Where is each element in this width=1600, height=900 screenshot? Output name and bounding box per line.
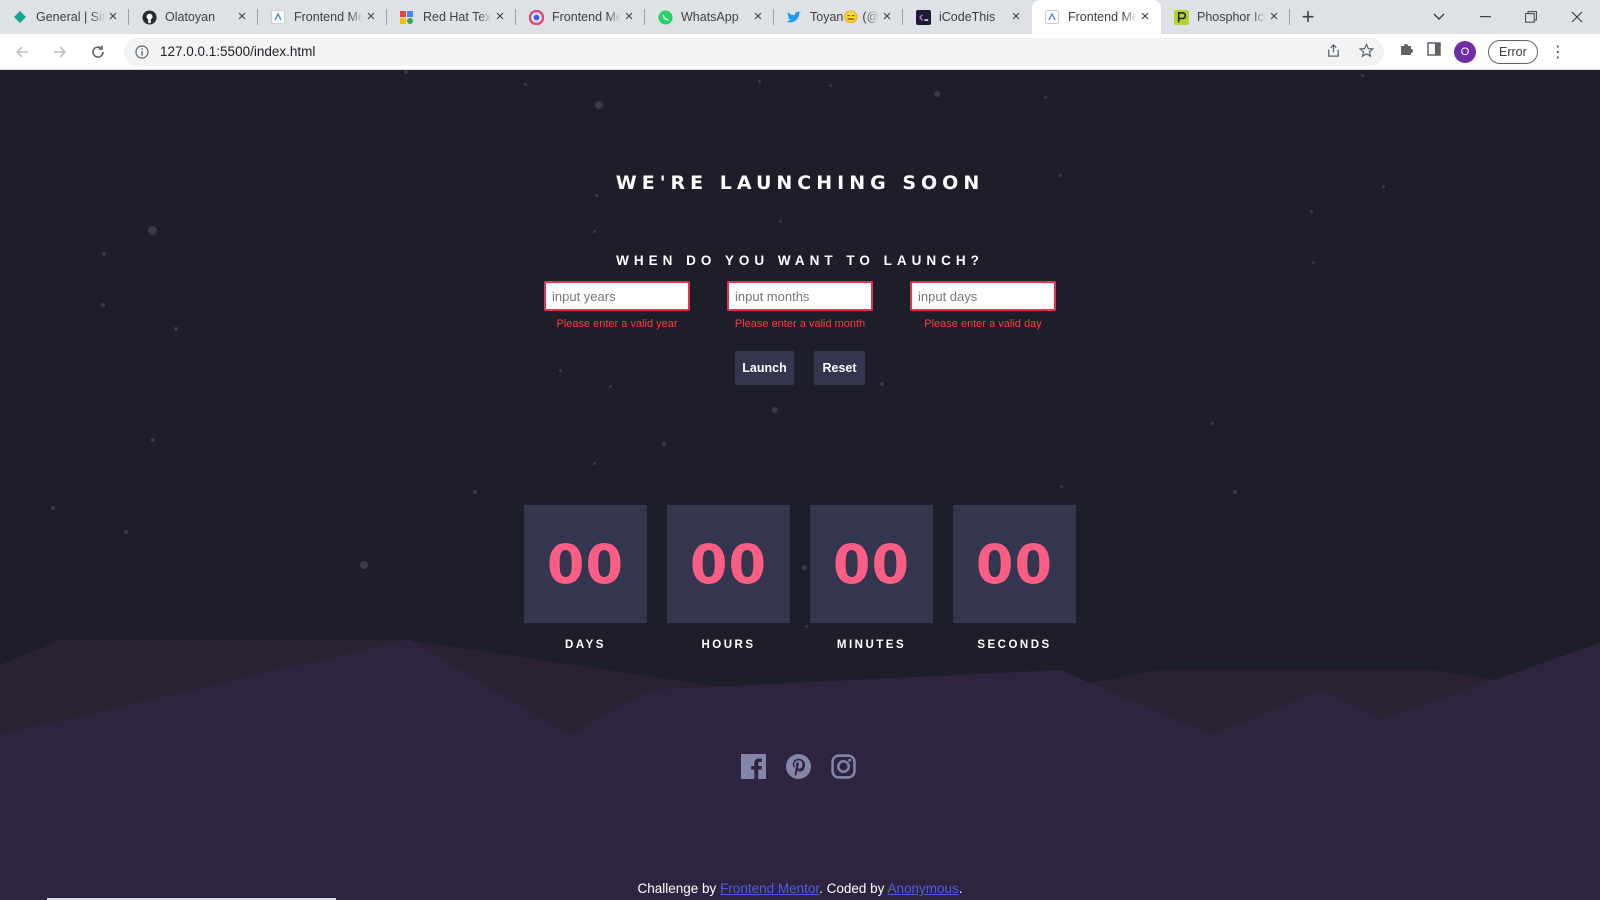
launch-question: WHEN DO YOU WANT TO LAUNCH?: [616, 253, 984, 268]
months-error: Please enter a valid month: [734, 318, 866, 330]
days-input[interactable]: [910, 281, 1056, 311]
years-error: Please enter a valid year: [556, 318, 678, 330]
close-icon[interactable]: ×: [1008, 9, 1024, 25]
reload-icon[interactable]: [82, 36, 114, 68]
twitter-icon: [786, 9, 802, 25]
seconds-value: 00: [953, 505, 1076, 623]
close-icon[interactable]: ×: [105, 9, 121, 25]
months-input[interactable]: [727, 281, 873, 311]
years-field: Please enter a valid year: [544, 281, 690, 330]
facebook-icon[interactable]: [740, 753, 766, 779]
close-icon[interactable]: ×: [1137, 9, 1153, 25]
tab-title: Toyan😑 (@: [810, 9, 879, 24]
phosphor-icon: [1173, 9, 1189, 25]
address-bar[interactable]: 127.0.0.1:5500/index.html: [124, 37, 1384, 66]
tab-title: Frontend Me: [1068, 10, 1137, 24]
window-controls: [1416, 0, 1600, 34]
tab-title: WhatsApp: [681, 10, 739, 24]
close-window-icon[interactable]: [1554, 0, 1600, 34]
seconds-label: SECONDS: [977, 639, 1052, 651]
days-error: Please enter a valid day: [924, 318, 1042, 330]
pinterest-icon[interactable]: [785, 753, 811, 779]
tab-general[interactable]: General | Site ×: [0, 0, 129, 34]
close-icon[interactable]: ×: [879, 9, 895, 25]
bookmark-star-icon[interactable]: [1358, 42, 1375, 61]
tab-icodethis[interactable]: iCodeThis ×: [903, 0, 1032, 34]
tab-search-icon[interactable]: [1416, 0, 1462, 34]
close-icon[interactable]: ×: [492, 9, 508, 25]
tab-frontend-mentor-active[interactable]: Frontend Me ×: [1032, 0, 1161, 34]
github-icon: [141, 9, 157, 25]
tab-title: Frontend Me: [294, 10, 363, 24]
days-value: 00: [524, 505, 647, 623]
page-title: WE'RE LAUNCHING SOON: [615, 172, 985, 194]
tab-whatsapp[interactable]: WhatsApp ×: [645, 0, 774, 34]
share-icon[interactable]: [1326, 43, 1341, 61]
tab-title: General | Site: [36, 10, 105, 24]
tab-twitter[interactable]: Toyan😑 (@ ×: [774, 0, 903, 34]
tab-frontend-mentor[interactable]: Frontend Me ×: [258, 0, 387, 34]
hours-label: HOURS: [701, 639, 756, 651]
profile-avatar[interactable]: O: [1454, 40, 1476, 63]
minutes-value: 00: [810, 505, 933, 623]
frontend-mentor-icon: [1044, 9, 1060, 25]
extensions-puzzle-icon[interactable]: [1398, 41, 1414, 62]
whatsapp-icon: [657, 9, 673, 25]
tab-title: Frontend Me: [552, 10, 621, 24]
page-viewport: WE'RE LAUNCHING SOON WHEN DO YOU WANT TO…: [0, 70, 1600, 900]
tab-red-hat-text[interactable]: Red Hat Text ×: [387, 0, 516, 34]
side-panel-icon[interactable]: [1426, 41, 1442, 62]
diamond-icon: [12, 9, 28, 25]
minutes-label: MINUTES: [836, 639, 907, 651]
days-label: DAYS: [565, 639, 606, 651]
attribution: Challenge by Frontend Mentor. Coded by A…: [0, 881, 1600, 896]
forward-arrow-icon[interactable]: [44, 36, 76, 68]
months-field: Please enter a valid month: [727, 281, 873, 330]
back-arrow-icon[interactable]: [6, 36, 38, 68]
hours-value: 00: [667, 505, 790, 623]
tab-strip: General | Site × Olatoyan × Frontend Me …: [0, 0, 1600, 34]
frontend-mentor-icon: [270, 9, 286, 25]
frontend-mentor-link[interactable]: Frontend Mentor: [720, 881, 819, 896]
instagram-icon[interactable]: [830, 753, 856, 779]
days-field: Please enter a valid day: [910, 281, 1056, 330]
attribution-suffix: .: [958, 881, 963, 896]
icodethis-icon: [915, 9, 931, 25]
browser-toolbar: 127.0.0.1:5500/index.html O Error ⋮: [0, 34, 1600, 70]
close-icon[interactable]: ×: [234, 9, 250, 25]
tab-title: Phosphor Ico: [1197, 10, 1266, 24]
countdown-minutes: 00 MINUTES: [810, 505, 933, 651]
tab-frontend-mentor-2[interactable]: Frontend Me ×: [516, 0, 645, 34]
countdown-days: 00 DAYS: [524, 505, 647, 651]
info-icon[interactable]: [134, 44, 150, 60]
google-fonts-icon: [399, 9, 415, 25]
new-tab-button[interactable]: +: [1290, 0, 1326, 34]
tab-github[interactable]: Olatoyan ×: [129, 0, 258, 34]
close-icon[interactable]: ×: [1266, 9, 1282, 25]
tab-title: Red Hat Text: [423, 10, 492, 24]
years-input[interactable]: [544, 281, 690, 311]
tab-phosphor-icons[interactable]: Phosphor Ico ×: [1161, 0, 1290, 34]
countdown-hours: 00 HOURS: [667, 505, 790, 651]
tab-title: Olatoyan: [165, 10, 216, 24]
close-icon[interactable]: ×: [621, 9, 637, 25]
close-icon[interactable]: ×: [363, 9, 379, 25]
attribution-middle: . Coded by: [819, 881, 888, 896]
launch-button[interactable]: Launch: [735, 351, 794, 385]
frontend-mentor-icon: [528, 9, 544, 25]
author-link[interactable]: Anonymous: [887, 881, 958, 896]
countdown-seconds: 00 SECONDS: [953, 505, 1076, 651]
url-text: 127.0.0.1:5500/index.html: [160, 44, 316, 59]
minimize-icon[interactable]: [1462, 0, 1508, 34]
close-icon[interactable]: ×: [750, 9, 766, 25]
tab-title: iCodeThis: [939, 10, 996, 24]
attribution-prefix: Challenge by: [637, 881, 721, 896]
error-status-button[interactable]: Error: [1488, 39, 1538, 64]
reset-button[interactable]: Reset: [814, 351, 865, 385]
restore-icon[interactable]: [1508, 0, 1554, 34]
social-links: [740, 753, 856, 779]
menu-kebab-icon[interactable]: ⋮: [1550, 42, 1566, 62]
